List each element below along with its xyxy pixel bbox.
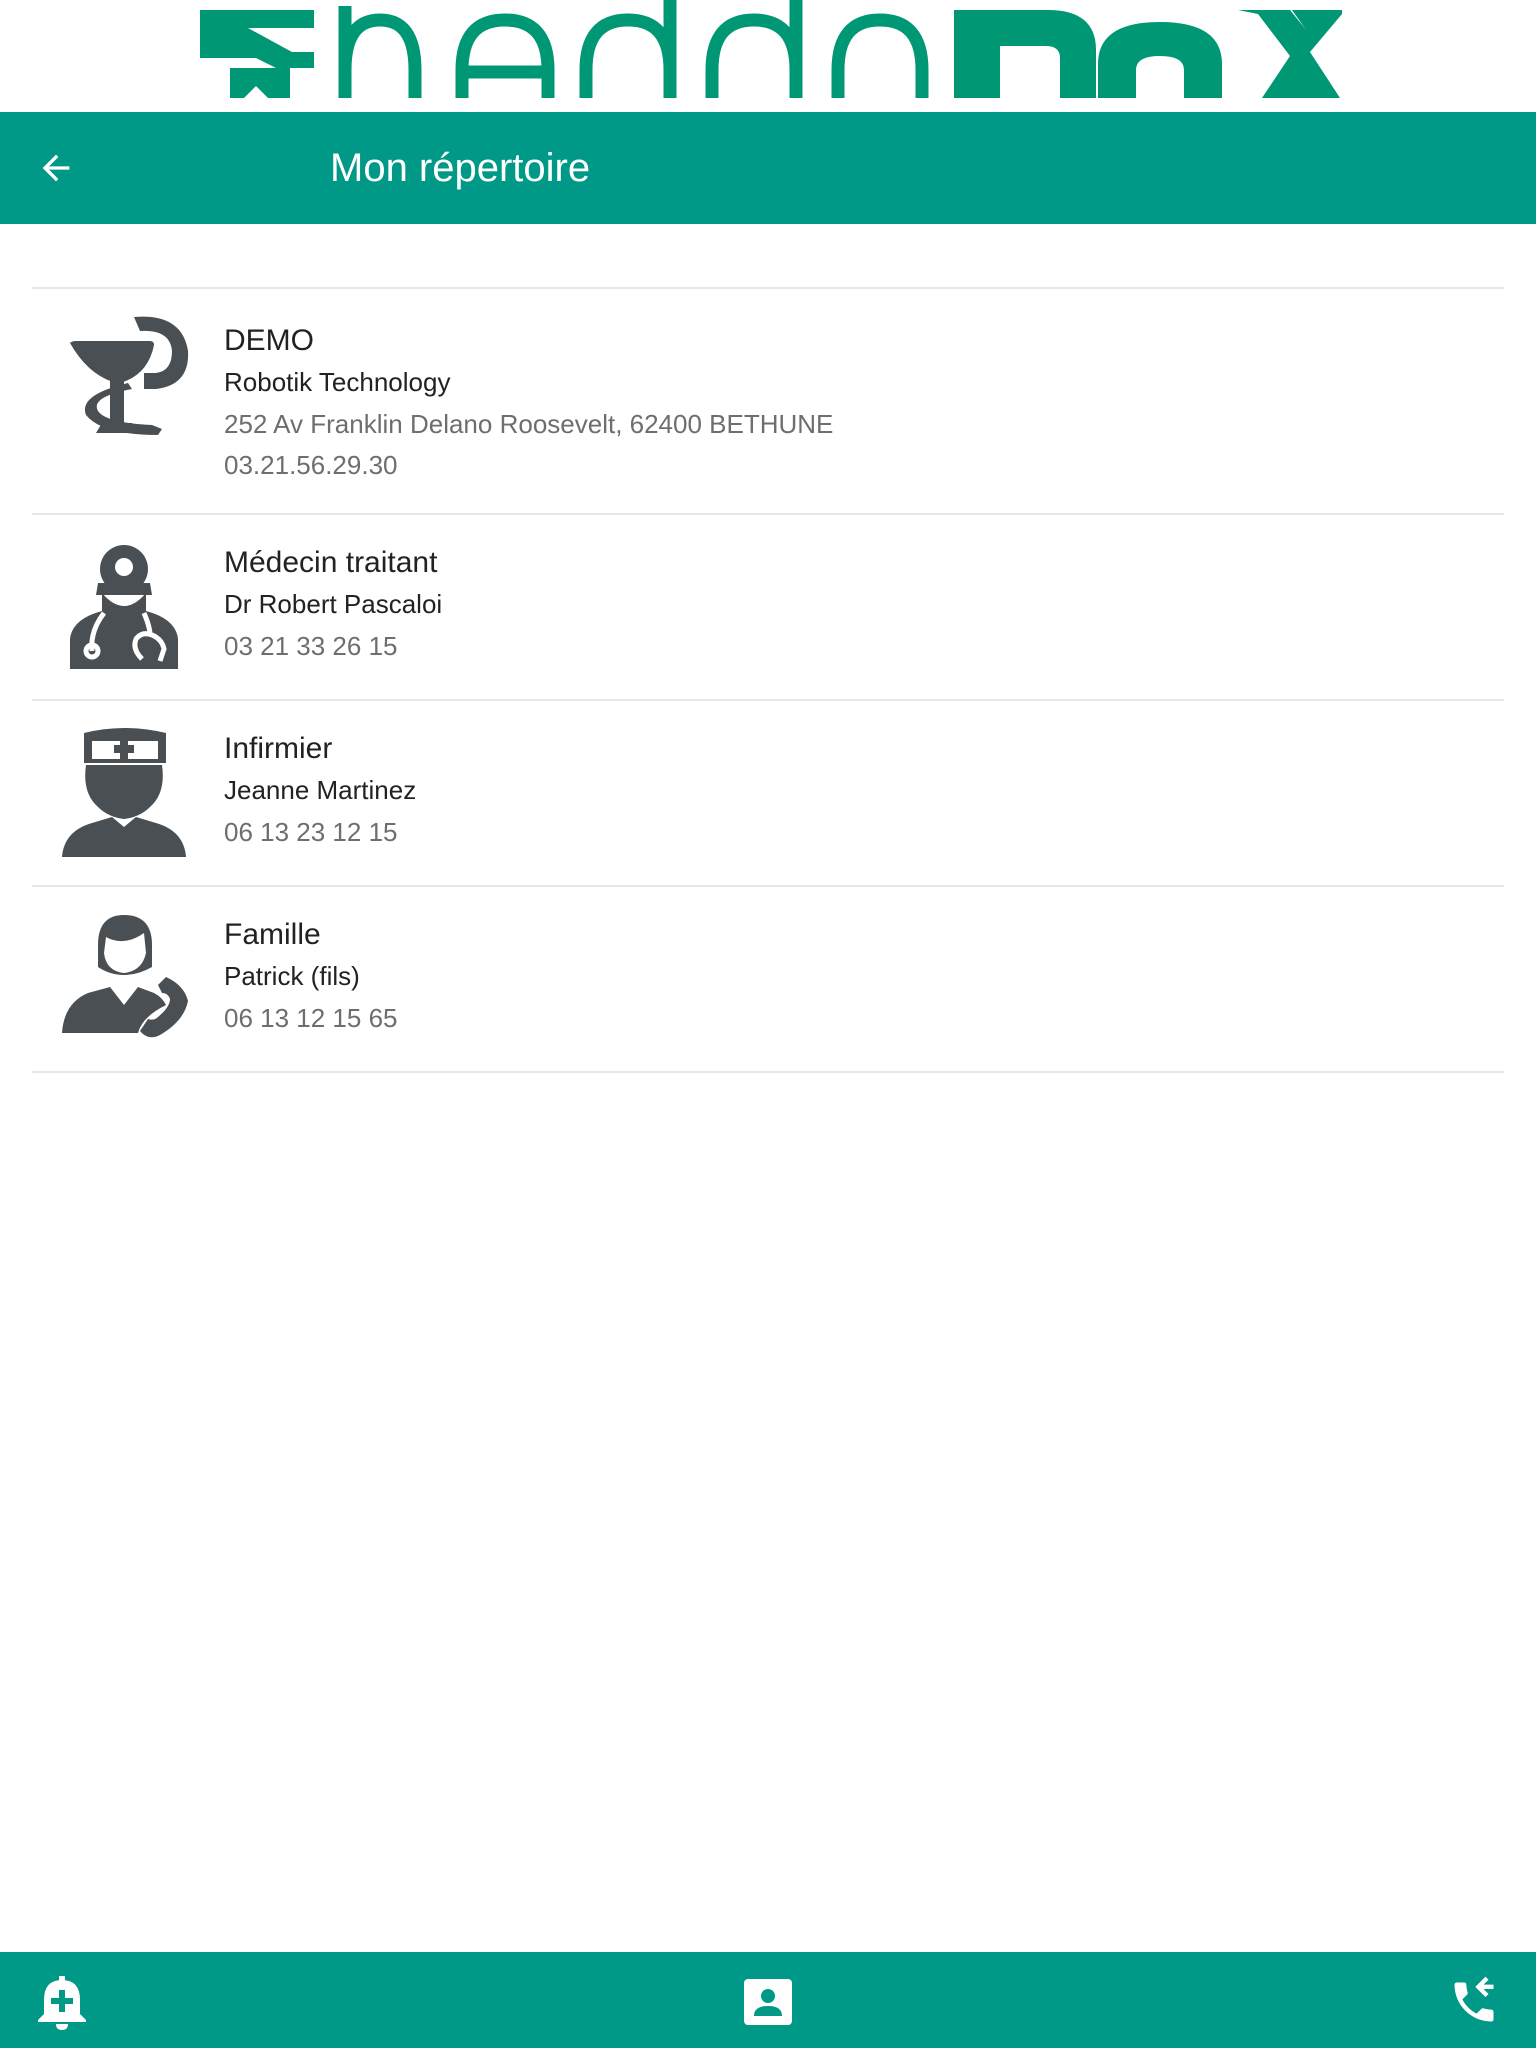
contact-category: Infirmier — [224, 732, 333, 765]
contact-list: DEMO Robotik Technology 252 Av Franklin … — [32, 287, 1504, 1073]
pharmacy-bowl-snake-icon — [70, 316, 189, 435]
contact-item-infirmier[interactable]: Infirmier Jeanne Martinez 06 13 23 12 15 — [32, 701, 1504, 887]
contact-card-icon — [744, 1979, 792, 2025]
app-logo — [0, 0, 1536, 112]
contact-item-medecin-traitant[interactable]: Médecin traitant Dr Robert Pascaloi 03 2… — [32, 515, 1504, 701]
nurse-icon — [62, 728, 186, 857]
contact-name: Jeanne Martinez — [224, 775, 417, 805]
contact-name: Patrick (fils) — [224, 961, 360, 991]
family-phone-icon — [62, 915, 188, 1038]
contact-phone[interactable]: 03.21.56.29.30 — [224, 446, 833, 487]
contact-name: Robotik Technology — [224, 367, 451, 397]
contact-item-famille[interactable]: Famille Patrick (fils) 06 13 12 15 65 — [32, 887, 1504, 1073]
medical-bell-icon — [38, 1976, 86, 2030]
contact-item-demo[interactable]: DEMO Robotik Technology 252 Av Franklin … — [32, 289, 1504, 515]
phone-callback-icon — [1454, 1976, 1494, 2022]
contact-phone[interactable]: 06 13 23 12 15 — [224, 813, 416, 854]
contact-category: Médecin traitant — [224, 546, 438, 579]
doctor-icon — [70, 545, 178, 669]
contact-category: Famille — [224, 918, 321, 951]
page-title: Mon répertoire — [330, 146, 591, 190]
app-bar: Mon répertoire — [0, 112, 1536, 224]
nav-phone-button[interactable] — [1438, 1966, 1510, 2038]
arrow-left-icon — [42, 154, 70, 182]
contact-phone[interactable]: 06 13 12 15 65 — [224, 999, 398, 1040]
back-button[interactable] — [24, 136, 88, 200]
contact-phone[interactable]: 03 21 33 26 15 — [224, 627, 442, 668]
contact-name: Dr Robert Pascaloi — [224, 589, 443, 619]
contact-address: 252 Av Franklin Delano Roosevelt, 62400 … — [224, 409, 834, 439]
nav-contacts-button[interactable] — [732, 1966, 804, 2038]
bottom-nav — [0, 1952, 1536, 2048]
nav-alert-button[interactable] — [26, 1966, 98, 2038]
contact-category: DEMO — [224, 324, 314, 357]
